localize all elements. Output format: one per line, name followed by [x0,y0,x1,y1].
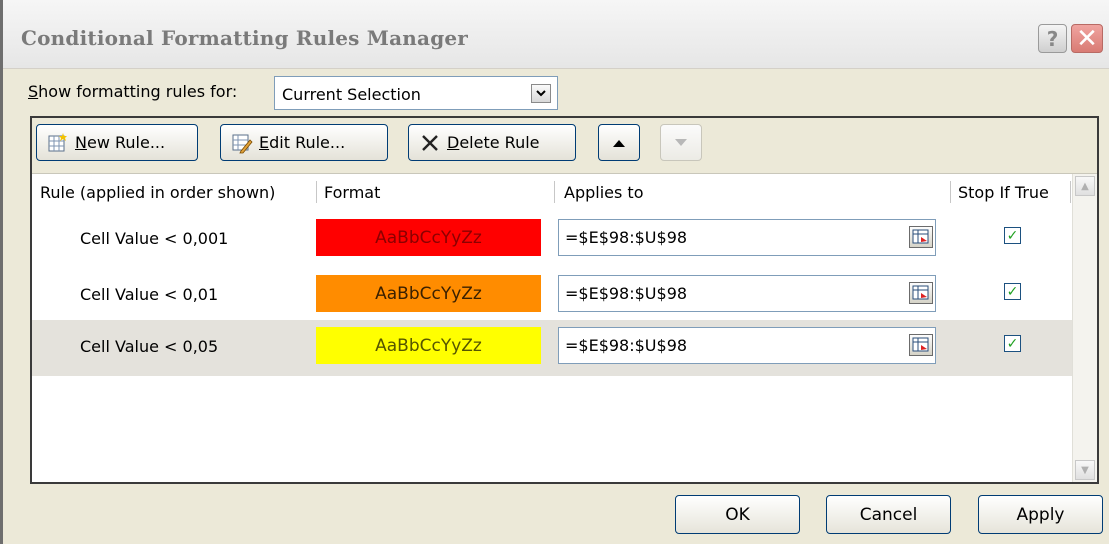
dialog-title: Conditional Formatting Rules Manager [21,26,469,50]
stop-if-true-checkbox[interactable]: ✓ [1004,227,1021,244]
column-header-format[interactable]: Format [324,183,380,202]
rule-description: Cell Value < 0,01 [80,285,219,304]
applies-to-field[interactable]: =$E$98:$U$98 [558,219,936,256]
format-preview-text: AaBbCcYyZz [375,335,482,356]
move-down-button[interactable] [660,124,702,161]
ok-button[interactable]: OK [675,495,800,534]
column-header-stop-if-true[interactable]: Stop If True [958,183,1049,202]
show-rules-value: Current Selection [282,85,421,104]
range-picker-icon[interactable] [909,226,933,248]
edit-rule-button[interactable]: Edit Rule... [220,124,388,161]
format-preview-text: AaBbCcYyZz [375,227,482,248]
applies-to-value: =$E$98:$U$98 [565,336,688,355]
column-divider[interactable] [1070,181,1071,203]
show-rules-label-accel: S [28,82,39,101]
edit-rule-icon [231,132,253,154]
vertical-scrollbar[interactable]: ▲ ▼ [1072,174,1097,482]
close-icon: ✕ [1076,23,1098,54]
arrow-down-icon [674,133,688,152]
range-picker-icon[interactable] [909,282,933,304]
column-header-applies-to[interactable]: Applies to [564,183,643,202]
format-preview: AaBbCcYyZz [316,219,541,256]
column-divider[interactable] [950,181,951,203]
cancel-button[interactable]: Cancel [826,495,951,534]
applies-to-value: =$E$98:$U$98 [565,228,688,247]
delete-rule-label: Delete Rule [447,133,540,152]
format-preview-text: AaBbCcYyZz [375,283,482,304]
rules-toolbar: New Rule... Edit Rule... Delete Rule [32,118,1097,174]
close-button[interactable]: ✕ [1071,23,1103,54]
scroll-up-button[interactable]: ▲ [1075,176,1095,196]
chevron-down-icon[interactable] [531,84,551,103]
move-up-button[interactable] [598,124,640,161]
column-divider[interactable] [316,181,317,203]
new-rule-label: New Rule... [75,133,166,152]
format-preview: AaBbCcYyZz [316,275,541,312]
range-picker-icon[interactable] [909,334,933,356]
rules-frame: New Rule... Edit Rule... Delete Rule Rul… [30,116,1099,484]
rule-row[interactable]: Cell Value < 0,001 AaBbCcYyZz =$E$98:$U$… [32,212,1072,268]
applies-to-field[interactable]: =$E$98:$U$98 [558,327,936,364]
title-bar[interactable]: Conditional Formatting Rules Manager ? ✕ [3,0,1109,69]
edit-rule-label: Edit Rule... [259,133,346,152]
show-rules-label-rest: how formatting rules for: [38,82,238,101]
rules-manager-dialog: Conditional Formatting Rules Manager ? ✕… [0,0,1109,544]
show-rules-dropdown[interactable]: Current Selection [274,76,558,110]
rule-description: Cell Value < 0,05 [80,337,219,356]
applies-to-value: =$E$98:$U$98 [565,284,688,303]
stop-if-true-checkbox[interactable]: ✓ [1004,335,1021,352]
applies-to-field[interactable]: =$E$98:$U$98 [558,275,936,312]
new-rule-button[interactable]: New Rule... [36,124,198,161]
stop-if-true-checkbox[interactable]: ✓ [1004,283,1021,300]
column-header-rule[interactable]: Rule (applied in order shown) [40,183,275,202]
apply-button[interactable]: Apply [978,495,1103,534]
delete-x-icon [419,132,441,154]
help-button[interactable]: ? [1038,24,1067,53]
rule-description: Cell Value < 0,001 [80,229,229,248]
delete-rule-button[interactable]: Delete Rule [408,124,576,161]
arrow-up-icon [612,133,626,152]
rules-header-row: Rule (applied in order shown) Format App… [32,174,1072,212]
new-rule-icon [47,132,69,154]
scroll-down-button[interactable]: ▼ [1075,460,1095,480]
column-divider[interactable] [554,181,555,203]
question-icon: ? [1046,26,1059,51]
format-preview: AaBbCcYyZz [316,327,541,364]
rule-row[interactable]: Cell Value < 0,01 AaBbCcYyZz =$E$98:$U$9… [32,268,1072,324]
show-rules-label: Show formatting rules for: [28,82,237,101]
rule-row-selected[interactable]: Cell Value < 0,05 AaBbCcYyZz =$E$98:$U$9… [32,320,1072,376]
